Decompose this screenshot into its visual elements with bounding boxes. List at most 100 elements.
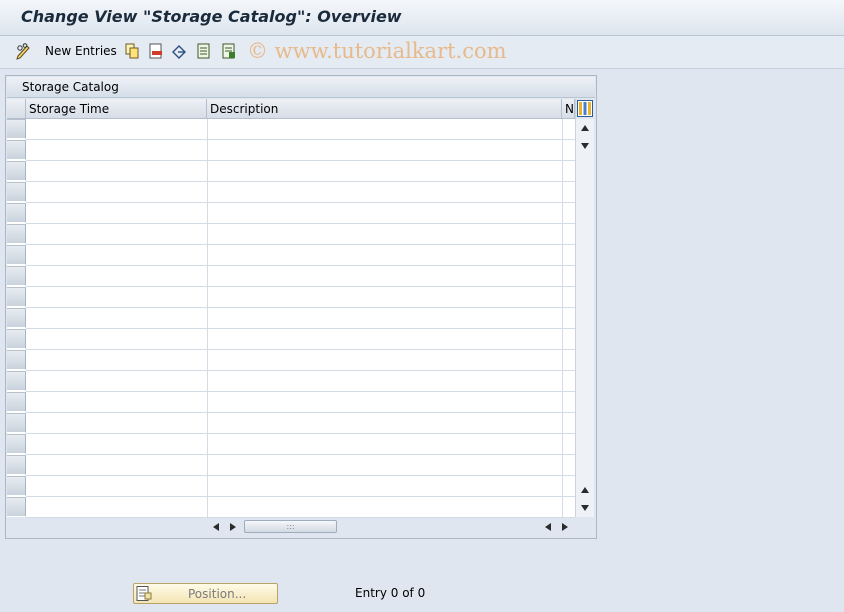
deselect-all-button[interactable] <box>221 41 237 61</box>
copy-icon <box>124 43 140 59</box>
column-divider <box>207 308 208 329</box>
column-divider <box>562 161 563 182</box>
column-divider <box>562 350 563 371</box>
row-selector[interactable] <box>7 371 26 391</box>
table-row[interactable] <box>26 497 575 518</box>
undo-icon <box>171 43 189 59</box>
column-divider <box>562 308 563 329</box>
row-selector-column <box>7 119 26 518</box>
scroll-page-up-button[interactable] <box>577 481 593 497</box>
table-row[interactable] <box>26 434 575 455</box>
column-divider <box>562 224 563 245</box>
position-button[interactable]: Position... <box>133 583 278 604</box>
watermark: © www.tutorialkart.com <box>247 39 507 63</box>
scroll-up-button[interactable] <box>577 119 593 135</box>
storage-catalog-table: Storage Time Description Nu <box>7 99 576 518</box>
scroll-left-end-button[interactable] <box>540 519 556 535</box>
column-divider <box>562 371 563 392</box>
select-all-button[interactable] <box>196 41 212 61</box>
row-selector[interactable] <box>7 413 26 433</box>
row-selector[interactable] <box>7 245 26 265</box>
table-row[interactable] <box>26 350 575 371</box>
table-row[interactable] <box>26 203 575 224</box>
table-row[interactable] <box>26 287 575 308</box>
row-selector[interactable] <box>7 140 26 160</box>
row-selector[interactable] <box>7 203 26 223</box>
column-header-description[interactable]: Description <box>207 99 562 119</box>
row-selector[interactable] <box>7 329 26 349</box>
triangle-right-icon <box>230 520 236 534</box>
row-selector[interactable] <box>7 308 26 328</box>
triangle-left-icon <box>545 520 551 534</box>
row-selector[interactable] <box>7 392 26 412</box>
column-header-storage-time[interactable]: Storage Time <box>26 99 207 119</box>
row-selector[interactable] <box>7 455 26 475</box>
scroll-right-button[interactable] <box>225 519 241 535</box>
table-row[interactable] <box>26 392 575 413</box>
column-settings-button[interactable] <box>577 100 593 117</box>
column-divider <box>207 455 208 476</box>
column-divider <box>562 455 563 476</box>
scroll-down-button[interactable] <box>577 499 593 515</box>
table-row[interactable] <box>26 371 575 392</box>
row-selector[interactable] <box>7 182 26 202</box>
scroll-page-down-button[interactable] <box>577 137 593 153</box>
table-row[interactable] <box>26 308 575 329</box>
column-divider <box>207 266 208 287</box>
column-divider <box>562 287 563 308</box>
deselect-all-icon <box>221 43 237 59</box>
column-divider <box>207 161 208 182</box>
table-row[interactable] <box>26 266 575 287</box>
panel-title-bar: Storage Catalog <box>7 77 595 98</box>
column-divider <box>207 392 208 413</box>
column-divider <box>207 140 208 161</box>
table-row[interactable] <box>26 476 575 497</box>
scroll-left-button[interactable] <box>208 519 224 535</box>
delete-button[interactable] <box>148 41 164 61</box>
row-selector[interactable] <box>7 350 26 370</box>
table-row[interactable] <box>26 161 575 182</box>
table-row[interactable] <box>26 455 575 476</box>
table-row[interactable] <box>26 182 575 203</box>
horizontal-scrollbar[interactable]: ::: <box>206 518 576 536</box>
column-divider <box>207 119 208 140</box>
column-divider <box>207 245 208 266</box>
table-row[interactable] <box>26 413 575 434</box>
panel-title: Storage Catalog <box>22 80 119 94</box>
column-divider <box>562 392 563 413</box>
table-row[interactable] <box>26 140 575 161</box>
row-selector[interactable] <box>7 161 26 181</box>
row-selector[interactable] <box>7 119 26 139</box>
column-divider <box>562 140 563 161</box>
row-selector[interactable] <box>7 497 26 517</box>
copy-button[interactable] <box>124 41 140 61</box>
new-entries-button[interactable]: New Entries <box>33 41 117 61</box>
column-divider <box>207 434 208 455</box>
table-row[interactable] <box>26 224 575 245</box>
vertical-scrollbar[interactable] <box>576 119 594 517</box>
row-selector[interactable] <box>7 224 26 244</box>
row-selector[interactable] <box>7 476 26 496</box>
entry-count-text: Entry 0 of 0 <box>355 586 426 600</box>
column-header-number[interactable]: Nu <box>562 99 575 119</box>
triangle-down-icon <box>581 500 589 514</box>
scroll-right-end-button[interactable] <box>557 519 573 535</box>
select-all-rows-corner[interactable] <box>7 99 26 119</box>
row-selector[interactable] <box>7 434 26 454</box>
table-row[interactable] <box>26 245 575 266</box>
column-divider <box>562 182 563 203</box>
horizontal-scroll-thumb[interactable]: ::: <box>244 520 337 533</box>
row-selector[interactable] <box>7 266 26 286</box>
pencil-glasses-icon <box>15 42 33 60</box>
display-change-button[interactable] <box>15 41 33 61</box>
title-bar: Change View "Storage Catalog": Overview <box>0 0 844 36</box>
triangle-up-icon <box>581 120 589 134</box>
row-selector[interactable] <box>7 287 26 307</box>
bottom-area: Position... Entry 0 of 0 <box>0 545 844 612</box>
table-row[interactable] <box>26 329 575 350</box>
column-divider <box>207 182 208 203</box>
undo-change-button[interactable] <box>171 41 189 61</box>
table-row[interactable] <box>26 119 575 140</box>
column-divider <box>207 329 208 350</box>
page-title: Change View "Storage Catalog": Overview <box>21 7 402 26</box>
